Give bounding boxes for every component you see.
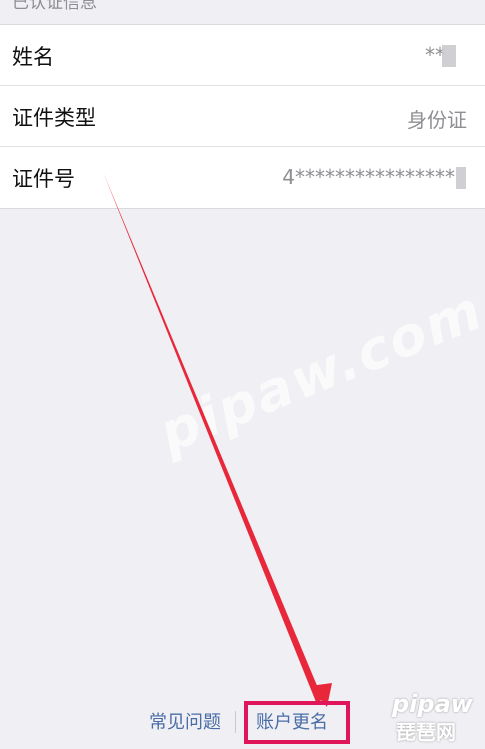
annotation-arrow (103, 172, 332, 707)
brand-name: 琵琶网 (396, 720, 456, 744)
footer-separator (235, 711, 236, 733)
brand-logo-text: pipaw (392, 690, 473, 718)
brand-logo: pipaw 琵琶网 (392, 690, 473, 744)
highlight-box (244, 701, 350, 744)
faq-link[interactable]: 常见问题 (149, 708, 221, 734)
arrow-shaft (103, 172, 323, 702)
